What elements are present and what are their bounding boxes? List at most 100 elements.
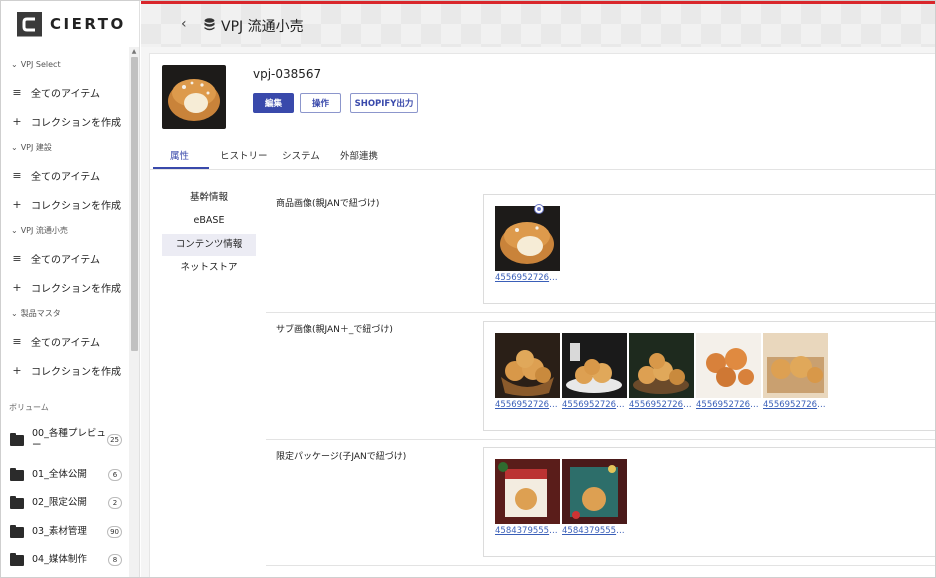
image-cell[interactable]: 45843795558... xyxy=(495,459,561,536)
app-window: CIERTO ▲ ⌄ VPJ Select ≡ 全てのアイテム + コレクション… xyxy=(0,0,936,578)
subnav-basic-info[interactable]: 基幹情報 xyxy=(162,187,256,209)
selection-radio-icon[interactable] xyxy=(535,205,543,213)
tab-system[interactable]: システム xyxy=(282,148,320,162)
database-icon: ≡ xyxy=(12,86,22,99)
sidebar-item-label: 全てのアイテム xyxy=(31,89,100,100)
sidebar-scroll-thumb[interactable] xyxy=(131,57,138,351)
logo-mark-icon xyxy=(17,11,42,37)
sidebar-item-all-items[interactable]: ≡ 全てのアイテム xyxy=(11,251,100,266)
volume-name: 03_素材管理 xyxy=(32,526,87,537)
sidebar-item-create-collection[interactable]: + コレクションを作成 xyxy=(11,114,121,129)
sidebar-item-label: 全てのアイテム xyxy=(31,255,100,266)
sidebar-group-vpj-construction[interactable]: ⌄ VPJ 建設 xyxy=(11,142,52,153)
image-cell[interactable]: 45569527263... xyxy=(562,333,628,410)
operation-button[interactable]: 操作 xyxy=(300,93,341,113)
sidebar-group-product-master[interactable]: ⌄ 製品マスタ xyxy=(11,308,61,319)
image-cell[interactable]: 45569527263... xyxy=(629,333,695,410)
group-label: VPJ Select xyxy=(20,60,61,69)
image-cell[interactable]: 45569527263... xyxy=(495,205,561,283)
subnav-ebase[interactable]: eBASE xyxy=(162,210,256,232)
sidebar-item-all-items[interactable]: ≡ 全てのアイテム xyxy=(11,334,100,349)
field-divider xyxy=(266,439,935,440)
chevron-down-icon: ⌄ xyxy=(11,226,18,235)
volume-name: 02_限定公開 xyxy=(32,497,87,508)
chevron-down-icon: ⌄ xyxy=(11,143,18,152)
tab-external[interactable]: 外部連携 xyxy=(340,148,378,162)
image-link[interactable]: 45569527263... xyxy=(562,400,628,410)
database-icon xyxy=(204,18,215,31)
tab-bar: 属性 ヒストリー システム 外部連携 xyxy=(150,140,935,170)
group-label: 製品マスタ xyxy=(20,309,61,318)
image-cell[interactable]: 45569527263... xyxy=(763,333,829,410)
image-link[interactable]: 45569527263... xyxy=(629,400,695,410)
plus-icon: + xyxy=(12,115,22,128)
sidebar-item-label: コレクションを作成 xyxy=(31,118,121,129)
sidebar-item-all-items[interactable]: ≡ 全てのアイテム xyxy=(11,168,100,183)
volume-name: 00_各種プレビュー xyxy=(32,428,106,451)
page-title: VPJ 流通小売 xyxy=(221,19,304,35)
volume-item[interactable]: 04_媒体制作 8 xyxy=(10,552,122,566)
plus-icon: + xyxy=(12,198,22,211)
sidebar-item-label: コレクションを作成 xyxy=(31,367,121,378)
volume-item[interactable]: 02_限定公開 2 xyxy=(10,495,122,509)
sidebar-item-label: 全てのアイテム xyxy=(31,172,100,183)
image-link[interactable]: 45569527263... xyxy=(495,273,561,283)
volume-count-badge: 8 xyxy=(108,554,122,566)
subnav-content-info[interactable]: コンテンツ情報 xyxy=(162,234,256,256)
tab-attributes[interactable]: 属性 xyxy=(170,148,189,162)
folder-icon xyxy=(10,524,24,538)
package-image[interactable] xyxy=(562,459,627,524)
image-link[interactable]: 45843795558... xyxy=(562,526,628,536)
sub-image[interactable] xyxy=(763,333,828,398)
back-button[interactable]: ‹ xyxy=(181,16,187,32)
volume-count-badge: 6 xyxy=(108,469,122,481)
sub-image[interactable] xyxy=(562,333,627,398)
folder-icon xyxy=(10,495,24,509)
image-link[interactable]: 45569527263... xyxy=(495,400,561,410)
package-image[interactable] xyxy=(495,459,560,524)
product-image[interactable] xyxy=(495,206,560,271)
database-icon: ≡ xyxy=(12,169,22,182)
image-link[interactable]: 45569527263... xyxy=(696,400,762,410)
volume-section-label: ボリューム xyxy=(9,403,49,412)
volume-item[interactable]: 01_全体公開 6 xyxy=(10,467,122,481)
item-detail-panel: vpj-038567 編集 操作 SHOPIFY出力 属性 ヒストリー システム… xyxy=(149,53,935,577)
subnav-net-store[interactable]: ネットストア xyxy=(162,257,256,279)
folder-icon xyxy=(10,432,24,446)
app-logo[interactable]: CIERTO xyxy=(17,11,126,37)
logo-text: CIERTO xyxy=(50,15,126,33)
plus-icon: + xyxy=(12,281,22,294)
sub-image[interactable] xyxy=(495,333,560,398)
sub-image[interactable] xyxy=(629,333,694,398)
sub-image[interactable] xyxy=(696,333,761,398)
sidebar-item-label: コレクションを作成 xyxy=(31,201,121,212)
shopify-export-button[interactable]: SHOPIFY出力 xyxy=(350,93,418,113)
sidebar-item-all-items[interactable]: ≡ 全てのアイテム xyxy=(11,85,100,100)
database-icon: ≡ xyxy=(12,252,22,265)
scroll-up-icon[interactable]: ▲ xyxy=(130,48,138,56)
tab-history[interactable]: ヒストリー xyxy=(220,148,268,162)
sidebar-group-vpj-retail[interactable]: ⌄ VPJ 流通小売 xyxy=(11,225,68,236)
volume-name: 01_全体公開 xyxy=(32,469,87,480)
active-tab-indicator xyxy=(153,167,209,169)
volume-item[interactable]: 00_各種プレビュー 25 xyxy=(10,428,122,452)
field-label-product-image: 商品画像(親JANで紐づけ) xyxy=(276,199,380,209)
database-icon: ≡ xyxy=(12,335,22,348)
image-cell[interactable]: 45569527263... xyxy=(495,333,561,410)
page-header: ‹ VPJ 流通小売 xyxy=(141,1,935,47)
image-link[interactable]: 45569527263... xyxy=(763,400,829,410)
image-cell[interactable]: 45843795558... xyxy=(562,459,628,536)
image-cell[interactable]: 45569527263... xyxy=(696,333,762,410)
edit-button[interactable]: 編集 xyxy=(253,93,294,113)
sidebar-item-label: コレクションを作成 xyxy=(31,284,121,295)
volume-name: 04_媒体制作 xyxy=(32,554,87,565)
field-label-limited-package: 限定パッケージ(子JANで紐づけ) xyxy=(276,452,407,462)
image-link[interactable]: 45843795558... xyxy=(495,526,561,536)
sidebar-item-create-collection[interactable]: + コレクションを作成 xyxy=(11,280,121,295)
sidebar-item-create-collection[interactable]: + コレクションを作成 xyxy=(11,363,121,378)
item-thumbnail[interactable] xyxy=(162,65,226,129)
sidebar-item-create-collection[interactable]: + コレクションを作成 xyxy=(11,197,121,212)
sidebar-item-label: 全てのアイテム xyxy=(31,338,100,349)
volume-item[interactable]: 03_素材管理 90 xyxy=(10,524,122,538)
sidebar-group-vpj-select[interactable]: ⌄ VPJ Select xyxy=(11,60,61,69)
